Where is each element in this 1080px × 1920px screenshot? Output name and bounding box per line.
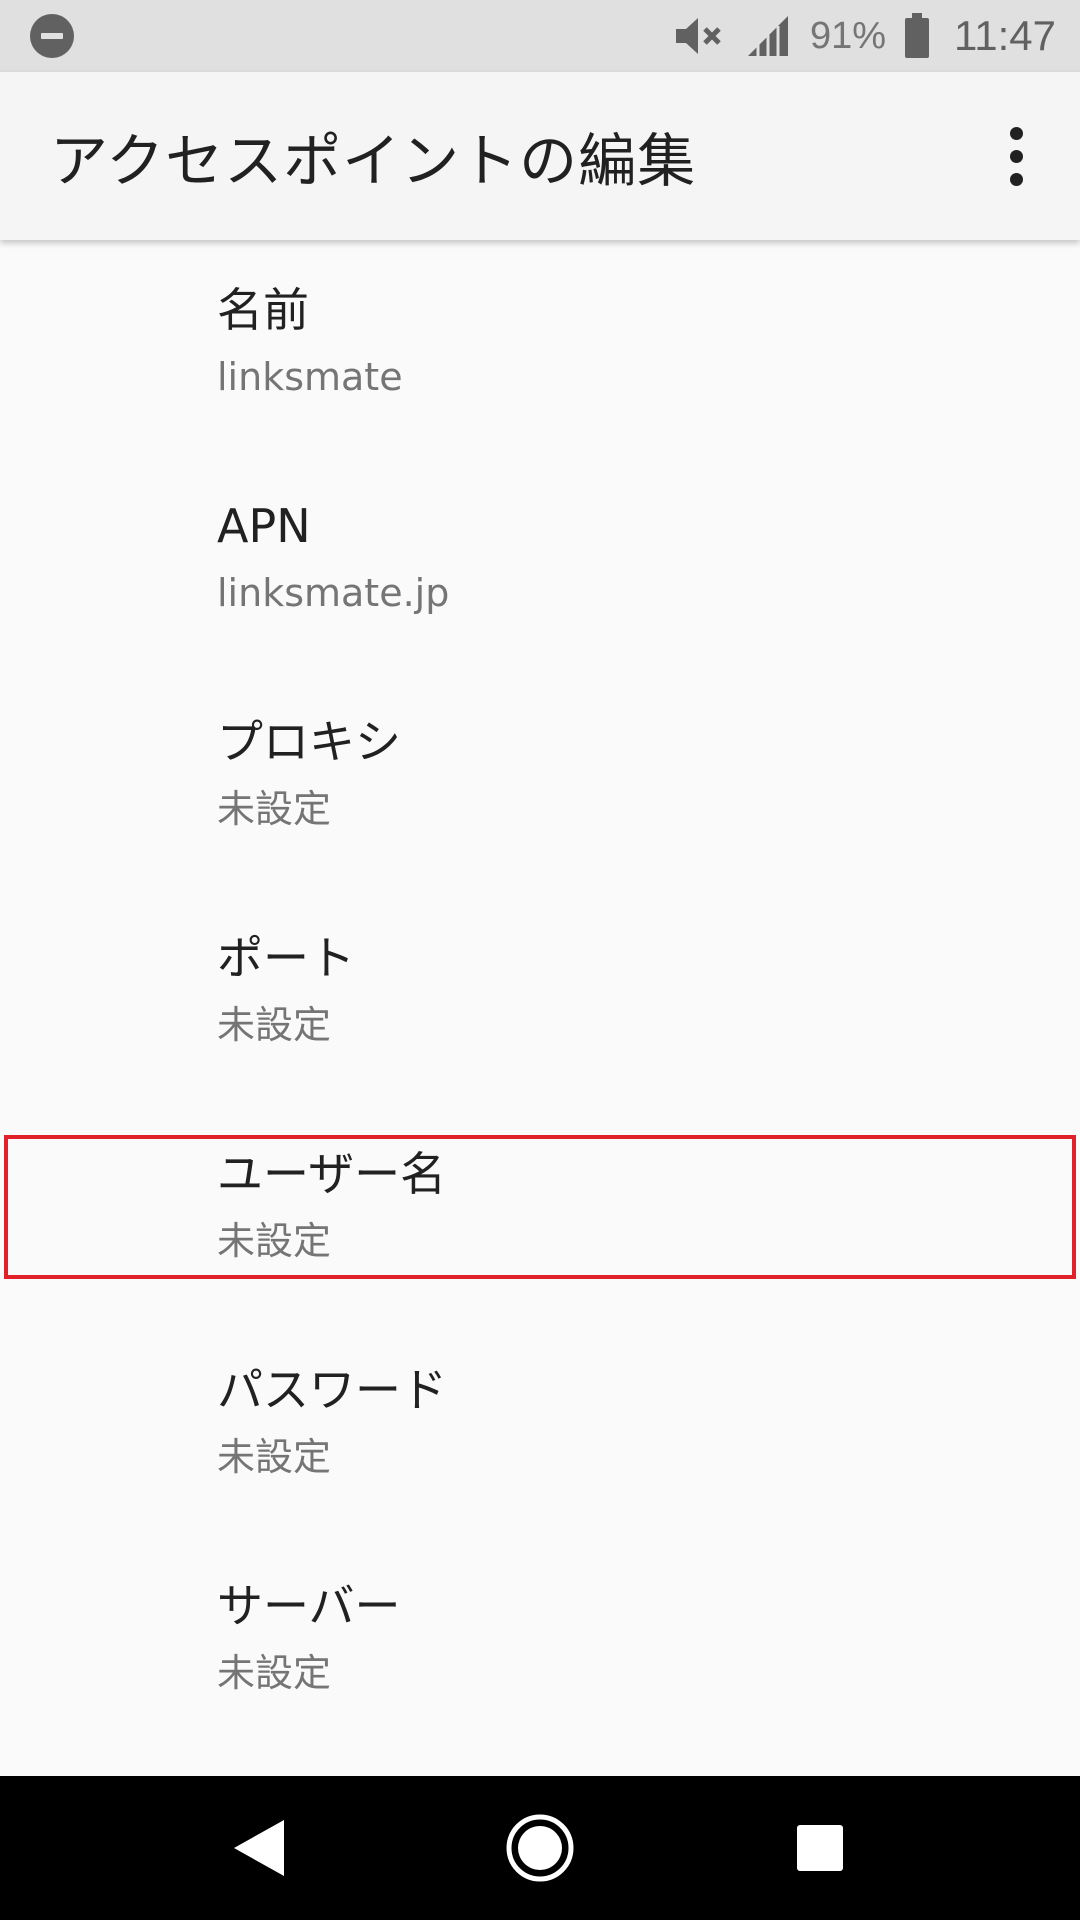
pref-item-username[interactable]: ユーザー名 未設定 bbox=[0, 1104, 1080, 1320]
pref-item-proxy[interactable]: プロキシ 未設定 bbox=[0, 672, 1080, 888]
overflow-dot bbox=[1009, 172, 1023, 186]
pref-summary: 未設定 bbox=[217, 1435, 332, 1479]
pref-item-apn[interactable]: APN linksmate.jp bbox=[0, 456, 1080, 672]
pref-title: ポート bbox=[217, 931, 355, 985]
overflow-dot bbox=[1009, 126, 1023, 140]
pref-item-password[interactable]: パスワード 未設定 bbox=[0, 1320, 1080, 1536]
pref-title: プロキシ bbox=[217, 715, 401, 769]
overflow-dot bbox=[1009, 149, 1023, 163]
clock: 11:47 bbox=[954, 12, 1056, 59]
app-bar: アクセスポイントの編集 bbox=[0, 72, 1080, 240]
battery-icon bbox=[904, 13, 930, 59]
pref-summary: 未設定 bbox=[217, 1003, 332, 1047]
pref-title: パスワード bbox=[217, 1363, 447, 1417]
pref-item-name[interactable]: 名前 linksmate bbox=[0, 240, 1080, 456]
pref-item-port[interactable]: ポート 未設定 bbox=[0, 888, 1080, 1104]
status-right: 91% 11:47 bbox=[672, 12, 1056, 60]
battery-percent: 91% bbox=[809, 14, 886, 57]
status-left bbox=[30, 14, 672, 58]
pref-summary: 未設定 bbox=[217, 1651, 332, 1695]
mute-icon bbox=[672, 14, 728, 58]
home-icon[interactable] bbox=[480, 1788, 600, 1908]
pref-summary: linksmate bbox=[217, 355, 403, 399]
page-title: アクセスポイントの編集 bbox=[50, 127, 697, 195]
pref-summary: 未設定 bbox=[217, 1219, 332, 1263]
pref-item-server[interactable]: サーバー 未設定 bbox=[0, 1536, 1080, 1752]
pref-summary: 未設定 bbox=[217, 787, 332, 831]
back-icon[interactable] bbox=[200, 1788, 320, 1908]
pref-summary: linksmate.jp bbox=[217, 571, 450, 615]
pref-title: ユーザー名 bbox=[217, 1147, 447, 1201]
pref-title: 名前 bbox=[217, 283, 309, 337]
signal-icon bbox=[746, 14, 792, 58]
status-bar: 91% 11:47 bbox=[0, 0, 1080, 72]
recents-icon[interactable] bbox=[760, 1788, 880, 1908]
settings-list: 名前 linksmate APN linksmate.jp プロキシ 未設定 ポ… bbox=[0, 240, 1080, 1776]
more-vert-icon[interactable] bbox=[992, 108, 1040, 204]
do-not-disturb-icon bbox=[30, 14, 74, 58]
nav-bar bbox=[0, 1776, 1080, 1920]
pref-title: APN bbox=[217, 499, 311, 553]
pref-title: サーバー bbox=[217, 1579, 401, 1633]
